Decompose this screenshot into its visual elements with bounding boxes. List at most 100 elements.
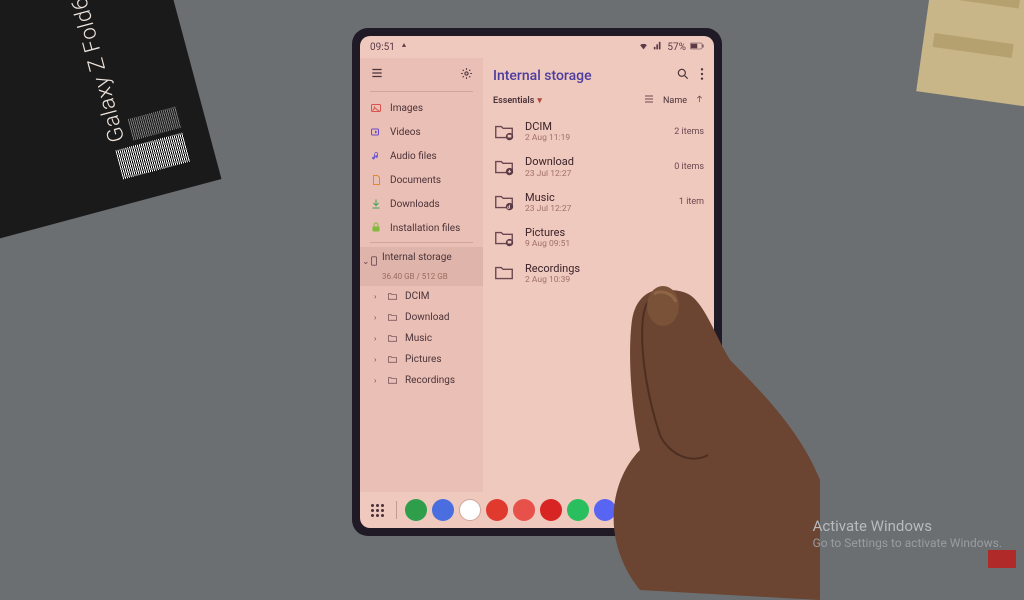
more-icon[interactable]: [700, 66, 704, 85]
folder-icon: [387, 291, 398, 302]
sidebar-item-installation[interactable]: Installation files: [360, 216, 483, 240]
storage-label: Internal storage: [382, 252, 452, 263]
dock-app-whatsapp[interactable]: [567, 499, 589, 521]
status-bar: 09:51 57%: [360, 36, 714, 58]
folder-row[interactable]: DCIM 2 Aug 11:19 2 items: [493, 114, 704, 149]
divider: [396, 501, 397, 519]
sidebar-folder-dcim[interactable]: › DCIM: [360, 286, 483, 307]
phone-icon: [369, 254, 379, 271]
sidebar-folder-download[interactable]: › Download: [360, 307, 483, 328]
sidebar-folder-label: Music: [405, 333, 432, 344]
dock-app-flipboard[interactable]: [486, 499, 508, 521]
folder-date: 2 Aug 10:39: [525, 275, 704, 285]
sidebar-folder-pictures[interactable]: › Pictures: [360, 349, 483, 370]
image-icon: [370, 102, 382, 114]
nav-recents-icon[interactable]: [675, 503, 689, 517]
wooden-prop: [916, 0, 1024, 108]
sidebar: Images Videos Audio files Documents Down…: [360, 58, 483, 492]
search-icon[interactable]: [676, 66, 690, 85]
divider: [370, 242, 473, 243]
sidebar-folder-label: Recordings: [405, 375, 455, 386]
wifi-icon: [638, 41, 649, 54]
folder-count: 1 item: [679, 197, 704, 207]
sidebar-item-label: Audio files: [390, 151, 437, 162]
sidebar-item-documents[interactable]: Documents: [360, 168, 483, 192]
folder-icon: [387, 375, 398, 386]
divider: [370, 91, 473, 92]
folder-row[interactable]: Download 23 Jul 12:27 0 items: [493, 149, 704, 184]
main-panel: Internal storage Essentials ▾: [483, 58, 714, 492]
music-note-icon: [370, 150, 382, 162]
watermark-sub: Go to Settings to activate Windows.: [813, 536, 1002, 552]
sidebar-item-audio[interactable]: Audio files: [360, 144, 483, 168]
view-list-icon[interactable]: [643, 94, 655, 107]
dock-app-browser[interactable]: [432, 499, 454, 521]
sidebar-folder-label: Pictures: [405, 354, 442, 365]
folder-row[interactable]: Pictures 9 Aug 09:51: [493, 220, 704, 255]
folder-name: Music: [525, 191, 679, 204]
folder-icon: [493, 227, 515, 249]
folder-date: 23 Jul 12:27: [525, 204, 679, 214]
download-icon: [370, 198, 382, 210]
sort-ascending-icon[interactable]: [695, 93, 704, 108]
chevron-right-icon: ›: [374, 376, 380, 385]
chevron-right-icon: ›: [374, 355, 380, 364]
corner-badge: [988, 550, 1016, 568]
dock-app-a[interactable]: [513, 499, 535, 521]
folder-row[interactable]: Recordings 2 Aug 10:39: [493, 256, 704, 291]
folder-name: DCIM: [525, 120, 674, 133]
screen: 09:51 57%: [360, 36, 714, 528]
folder-row[interactable]: Music 23 Jul 12:27 1 item: [493, 185, 704, 220]
status-time: 09:51: [370, 42, 395, 53]
battery-percent: 57%: [667, 42, 686, 53]
filter-label: Essentials: [493, 96, 534, 106]
sidebar-item-internal-storage[interactable]: ⌄ Internal storage 36.40 GB / 512 GB: [360, 247, 483, 286]
folder-count: 0 items: [674, 162, 704, 172]
sidebar-item-downloads[interactable]: Downloads: [360, 192, 483, 216]
folder-icon: [493, 121, 515, 143]
folder-count: 2 items: [674, 127, 704, 137]
sidebar-item-label: Documents: [390, 175, 441, 186]
dock-app-discord[interactable]: [594, 499, 616, 521]
sidebar-item-label: Installation files: [390, 223, 460, 234]
dock-app-settings[interactable]: [648, 499, 670, 521]
video-icon: [370, 126, 382, 138]
notification-icon: [399, 41, 409, 54]
folder-icon: [387, 312, 398, 323]
folder-icon: [493, 191, 515, 213]
folder-date: 9 Aug 09:51: [525, 239, 704, 249]
folder-name: Download: [525, 155, 674, 168]
folder-icon: [387, 333, 398, 344]
gear-icon[interactable]: [460, 67, 473, 83]
dock-app-youtube[interactable]: [540, 499, 562, 521]
filter-dropdown[interactable]: Essentials ▾: [493, 96, 542, 106]
chevron-right-icon: ›: [374, 313, 380, 322]
sidebar-folder-music[interactable]: › Music: [360, 328, 483, 349]
hamburger-icon[interactable]: [370, 66, 384, 83]
sidebar-item-label: Videos: [390, 127, 421, 138]
sidebar-folder-label: Download: [405, 312, 450, 323]
watermark-title: Activate Windows: [813, 517, 1002, 537]
dock-app-b[interactable]: [621, 499, 643, 521]
sidebar-item-label: Images: [390, 103, 423, 114]
sort-label[interactable]: Name: [663, 96, 687, 106]
document-icon: [370, 174, 382, 186]
chevron-right-icon: ›: [374, 334, 380, 343]
sidebar-folder-recordings[interactable]: › Recordings: [360, 370, 483, 391]
product-box-label: Galaxy Z Fold6: [67, 0, 130, 145]
product-box: Galaxy Z Fold6: [0, 0, 221, 251]
sidebar-folder-label: DCIM: [405, 291, 430, 302]
folder-icon: [493, 262, 515, 284]
sidebar-item-label: Downloads: [390, 199, 440, 210]
app-drawer-icon[interactable]: [366, 499, 388, 521]
dock-app-phone[interactable]: [405, 499, 427, 521]
dock: [360, 492, 714, 528]
nav-home-icon[interactable]: [694, 503, 708, 517]
foldable-device: 09:51 57%: [352, 28, 722, 536]
chevron-down-icon: ▾: [537, 96, 542, 106]
sidebar-item-videos[interactable]: Videos: [360, 120, 483, 144]
sidebar-item-images[interactable]: Images: [360, 96, 483, 120]
dock-app-google[interactable]: [459, 499, 481, 521]
apk-icon: [370, 222, 382, 234]
page-title: Internal storage: [493, 68, 592, 84]
